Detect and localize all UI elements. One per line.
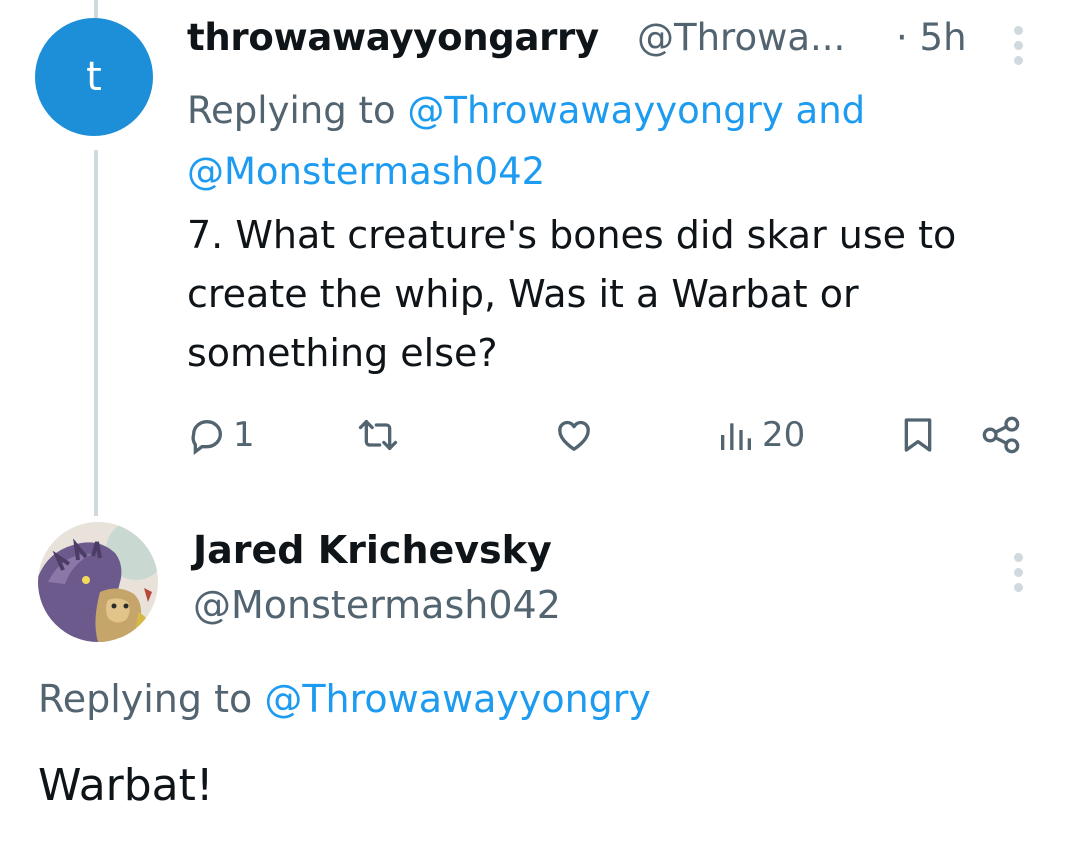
reply-count: 1 xyxy=(233,415,255,455)
replying-prefix: Replying to xyxy=(187,89,408,132)
retweet-icon xyxy=(358,420,398,450)
retweet-button[interactable] xyxy=(356,415,400,455)
replying-and[interactable]: and xyxy=(784,89,866,132)
tweet-text: Warbat! xyxy=(38,760,214,811)
replying-to: Replying to @Throwawayyongry xyxy=(38,677,651,721)
share-icon xyxy=(982,416,1020,454)
tweet-text: 7. What creature's bones did skar use to… xyxy=(187,213,957,375)
replying-to: Replying to @Throwawayyongry and @Monste… xyxy=(187,80,1057,202)
replying-prefix: Replying to xyxy=(38,677,265,721)
reply-button[interactable]: 1 xyxy=(187,415,255,455)
avatar-letter: t xyxy=(86,54,102,100)
display-name[interactable]: Jared Krichevsky xyxy=(193,528,552,572)
avatar[interactable]: t xyxy=(35,18,153,136)
avatar[interactable] xyxy=(38,522,158,642)
display-name[interactable]: throwawayyongarry xyxy=(187,16,599,59)
avatar-image xyxy=(38,522,158,642)
mention-link[interactable]: @Throwawayyongry xyxy=(407,89,783,132)
views-button[interactable]: 20 xyxy=(716,415,805,455)
timestamp[interactable]: · 5h xyxy=(896,16,967,59)
user-handle[interactable]: @Throwa... xyxy=(637,16,845,59)
share-button[interactable] xyxy=(980,415,1022,455)
views-count: 20 xyxy=(762,415,806,455)
views-icon xyxy=(721,423,751,450)
more-icon[interactable] xyxy=(1014,553,1023,592)
mention-link[interactable]: @Throwawayyongry xyxy=(264,677,651,721)
mention-link[interactable]: @Monstermash042 xyxy=(187,150,545,193)
user-handle[interactable]: @Monstermash042 xyxy=(193,583,561,627)
more-icon[interactable] xyxy=(1014,26,1023,65)
thread-line xyxy=(94,150,98,516)
like-icon xyxy=(558,420,590,451)
like-button[interactable] xyxy=(553,415,595,455)
bookmark-icon xyxy=(904,418,932,452)
bookmark-button[interactable] xyxy=(898,415,938,455)
reply-icon xyxy=(191,419,222,455)
thread-line-top xyxy=(94,0,98,20)
